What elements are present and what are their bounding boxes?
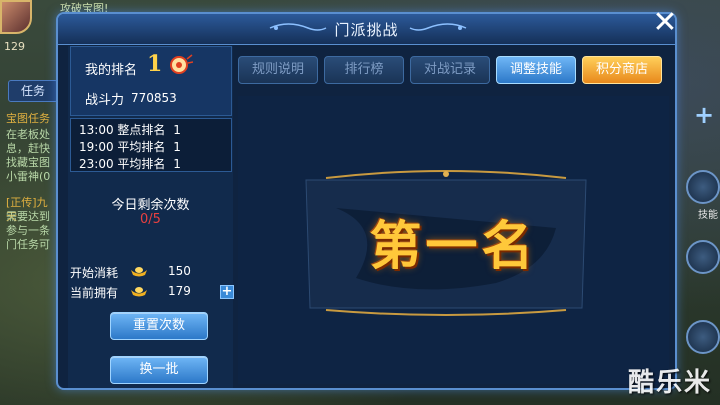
schedule-row: 13:00 整点排名 1	[79, 121, 181, 138]
my-rank-box: 我的排名 1 战斗力 770853	[70, 46, 232, 116]
tab-adjust-skills[interactable]: 调整技能	[496, 56, 576, 84]
gold-ingot-icon	[131, 287, 147, 297]
my-rank-value: 1	[147, 51, 163, 77]
tab-rules[interactable]: 规则说明	[238, 56, 318, 84]
owned-row: 当前拥有 179 +	[70, 284, 234, 302]
task-line: 找藏宝图	[6, 156, 50, 169]
tab-points-shop[interactable]: 积分商店	[582, 56, 662, 84]
start-cost-label: 开始消耗	[70, 266, 119, 280]
first-place-result: 第一名	[369, 216, 538, 277]
schedule-time: 23:00	[79, 157, 114, 171]
quest-line: 参与一条	[6, 224, 50, 237]
result-area: 第一名	[238, 96, 669, 384]
my-rank-label: 我的排名	[85, 63, 138, 78]
expand-plus-icon[interactable]: +	[692, 103, 716, 128]
quest-line: 门任务可	[6, 238, 50, 251]
start-cost-value: 150	[168, 264, 191, 278]
task-line: 宝图任务	[6, 112, 50, 125]
player-level: 129	[4, 40, 25, 53]
schedule-label: 整点排名	[117, 123, 166, 137]
reset-attempts-button[interactable]: 重置次数	[110, 312, 208, 340]
attack-skill-icon[interactable]	[686, 320, 720, 354]
schedule-value: 1	[173, 140, 181, 154]
remaining-attempts-label: 今日剩余次数	[111, 198, 190, 213]
schedule-value: 1	[173, 157, 181, 171]
schedule-row: 23:00 平均排名 1	[79, 155, 181, 172]
rank-schedule: 13:00 整点排名 1 19:00 平均排名 1 23:00 平均排名 1	[70, 118, 232, 172]
task-line: 在老板处	[6, 128, 50, 141]
watermark-logo: 酷乐米	[627, 368, 712, 398]
dialog-title-bar: 门派挑战	[58, 14, 675, 45]
combat-power-value: 770853	[131, 91, 177, 105]
remaining-attempts-value: 0/5	[140, 212, 161, 227]
schedule-value: 1	[173, 123, 181, 137]
schedule-time: 19:00	[79, 140, 114, 154]
schedule-label: 平均排名	[117, 157, 166, 171]
quest-line: 需要达到	[6, 210, 50, 223]
combat-power-label: 战斗力	[85, 93, 125, 108]
refresh-opponents-button[interactable]: 换一批	[110, 356, 208, 384]
player-avatar[interactable]	[0, 0, 32, 34]
task-tab[interactable]: 任务	[8, 80, 58, 102]
skill-label: 技能	[698, 210, 718, 221]
task-line: 息，赶快	[6, 142, 50, 155]
owned-value: 179	[168, 284, 191, 298]
owned-label: 当前拥有	[70, 286, 119, 300]
schedule-row: 19:00 平均排名 1	[79, 138, 181, 155]
title-ornament-right-icon	[409, 23, 467, 31]
rank-badge-icon	[170, 54, 193, 74]
fire-skill-icon[interactable]	[686, 240, 720, 274]
background-hud-left: 129 任务 宝图任务 在老板处 息，赶快 找藏宝图 小雷神(0 [正传]九天 …	[0, 0, 60, 405]
start-cost-row: 开始消耗 150	[70, 264, 232, 282]
schedule-time: 13:00	[79, 123, 114, 137]
skill-crossed-swords-icon[interactable]	[686, 170, 720, 204]
rank-info-panel: 我的排名 1 战斗力 770853 13:00 整点排名 1 19:00 平均排…	[68, 46, 234, 388]
gold-ingot-icon	[131, 267, 147, 277]
add-currency-button[interactable]: +	[220, 285, 234, 299]
close-button[interactable]: ✕	[647, 6, 683, 42]
dialog-title: 门派挑战	[334, 21, 399, 39]
tab-battle-log[interactable]: 对战记录	[410, 56, 490, 84]
schedule-label: 平均排名	[117, 140, 166, 154]
tab-leaderboard[interactable]: 排行榜	[324, 56, 404, 84]
sect-challenge-dialog: 门派挑战 ✕ 我的排名 1 战斗力 770853 13:00 整点排名 1 19…	[56, 6, 678, 390]
task-line: 小雷神(0	[6, 170, 51, 183]
